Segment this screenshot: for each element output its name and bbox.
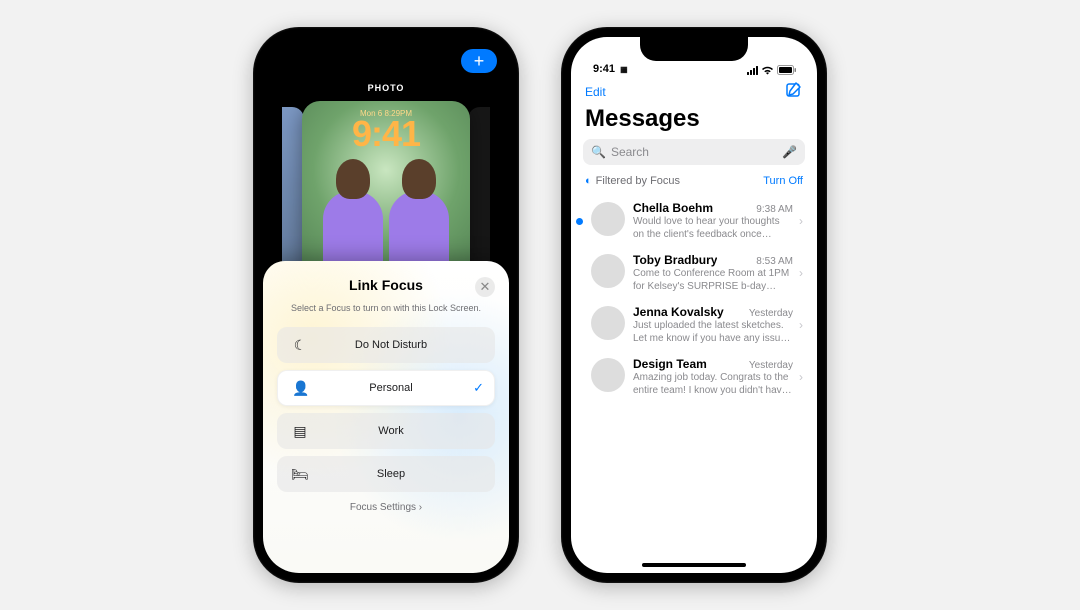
- conversation-preview: Come to Conference Room at 1PM for Kelse…: [633, 268, 793, 293]
- conversation-preview: Amazing job today. Congrats to the entir…: [633, 372, 793, 397]
- notch: [332, 37, 440, 61]
- conversation-row[interactable]: Toby Bradbury 8:53 AMCome to Conference R…: [571, 247, 817, 299]
- search-placeholder: Search: [611, 145, 649, 159]
- wallpaper-time: 9:41: [302, 118, 470, 150]
- close-icon: ✕: [480, 279, 491, 294]
- focus-option-icon: 👤: [284, 380, 318, 397]
- focus-filter-turn-off-button[interactable]: Turn Off: [763, 175, 803, 187]
- wallpaper-clock: Mon 6 8:29PM 9:41: [302, 109, 470, 150]
- conversation-preview: Would love to hear your thoughts on the …: [633, 216, 793, 241]
- conversation-body: Chella Boehm 9:38 AMWould love to hear yo…: [633, 201, 793, 241]
- dictation-icon[interactable]: 🎤: [782, 145, 797, 159]
- avatar: [591, 254, 625, 288]
- compose-button[interactable]: [785, 81, 803, 104]
- focus-list: ☾Do Not Disturb 👤Personal✓ ▤Work 🛏Sleep: [277, 327, 495, 492]
- conversation-list: Chella Boehm 9:38 AMWould love to hear yo…: [571, 195, 817, 403]
- screen-lockscreen-editor: + PHOTO Mon 6 8:29PM 9:41: [263, 37, 509, 573]
- focus-option-label: Work: [317, 425, 465, 437]
- focus-option-label: Do Not Disturb: [317, 339, 465, 351]
- focus-settings-link[interactable]: Focus Settings ›: [277, 502, 495, 513]
- lock-screen-gallery: + PHOTO Mon 6 8:29PM 9:41: [263, 37, 509, 287]
- chevron-right-icon: ›: [799, 214, 807, 228]
- phone-left: + PHOTO Mon 6 8:29PM 9:41: [253, 27, 519, 583]
- close-button[interactable]: ✕: [475, 277, 495, 297]
- focus-option-icon: ▤: [283, 423, 317, 440]
- conversation-time: Yesterday: [749, 360, 793, 371]
- compose-icon: [785, 81, 803, 99]
- conversation-name: Jenna Kovalsky: [633, 305, 724, 319]
- focus-option-label: Personal: [318, 382, 464, 394]
- chevron-right-icon: ›: [799, 266, 807, 280]
- lock-screen-category-label: PHOTO: [263, 83, 509, 93]
- conversation-name: Toby Bradbury: [633, 253, 717, 267]
- focus-filter-icon: ◐: [585, 175, 592, 187]
- link-focus-sheet: Link Focus ✕ Select a Focus to turn on w…: [263, 261, 509, 573]
- focus-option[interactable]: 🛏Sleep: [277, 456, 495, 492]
- conversation-body: Toby Bradbury 8:53 AMCome to Conference R…: [633, 253, 793, 293]
- conversation-time: 8:53 AM: [756, 256, 793, 267]
- conversation-name: Chella Boehm: [633, 201, 713, 215]
- focus-filter-label: Filtered by Focus: [596, 175, 680, 187]
- nav-bar: Edit: [571, 77, 817, 103]
- conversation-body: Jenna Kovalsky YesterdayJust uploaded the…: [633, 305, 793, 345]
- edit-button[interactable]: Edit: [585, 85, 606, 99]
- location-icon: ▦: [620, 65, 628, 74]
- conversation-name: Design Team: [633, 357, 707, 371]
- status-time: 9:41 ▦: [593, 63, 628, 75]
- focus-option-icon: ☾: [283, 337, 317, 354]
- avatar: [591, 306, 625, 340]
- focus-option[interactable]: ▤Work: [277, 413, 495, 449]
- conversation-time: 9:38 AM: [756, 204, 793, 215]
- conversation-body: Design Team YesterdayAmazing job today. C…: [633, 357, 793, 397]
- add-lock-screen-button[interactable]: +: [461, 49, 497, 73]
- focus-option-icon: 🛏: [283, 466, 317, 483]
- focus-option[interactable]: ☾Do Not Disturb: [277, 327, 495, 363]
- avatar: [591, 202, 625, 236]
- focus-filter-banner: ◐ Filtered by Focus Turn Off: [571, 165, 817, 195]
- search-icon: 🔍: [591, 145, 606, 159]
- battery-icon: [777, 65, 797, 75]
- search-input[interactable]: 🔍 Search 🎤: [583, 139, 805, 165]
- phone-right: 9:41 ▦ Edit Messages 🔍 Search 🎤 ◐: [561, 27, 827, 583]
- chevron-right-icon: ›: [799, 370, 807, 384]
- chevron-right-icon: ›: [419, 502, 422, 513]
- unread-indicator: [576, 218, 583, 225]
- conversation-row[interactable]: Jenna Kovalsky YesterdayJust uploaded the…: [571, 299, 817, 351]
- focus-settings-label: Focus Settings: [350, 502, 416, 513]
- focus-option-label: Sleep: [317, 468, 465, 480]
- sheet-title: Link Focus: [349, 277, 423, 293]
- conversation-time: Yesterday: [749, 308, 793, 319]
- chevron-right-icon: ›: [799, 318, 807, 332]
- checkmark-icon: ✓: [464, 380, 484, 396]
- page-title: Messages: [571, 103, 817, 139]
- focus-option[interactable]: 👤Personal✓: [277, 370, 495, 406]
- sheet-subtitle: Select a Focus to turn on with this Lock…: [277, 303, 495, 313]
- conversation-row[interactable]: Chella Boehm 9:38 AMWould love to hear yo…: [571, 195, 817, 247]
- notch: [640, 37, 748, 61]
- cellular-signal-icon: [747, 66, 758, 75]
- screen-messages: 9:41 ▦ Edit Messages 🔍 Search 🎤 ◐: [571, 37, 817, 573]
- home-indicator[interactable]: [642, 563, 746, 567]
- conversation-preview: Just uploaded the latest sketches. Let m…: [633, 320, 793, 345]
- wifi-icon: [761, 66, 774, 75]
- avatar: [591, 358, 625, 392]
- conversation-row[interactable]: Design Team YesterdayAmazing job today. C…: [571, 351, 817, 403]
